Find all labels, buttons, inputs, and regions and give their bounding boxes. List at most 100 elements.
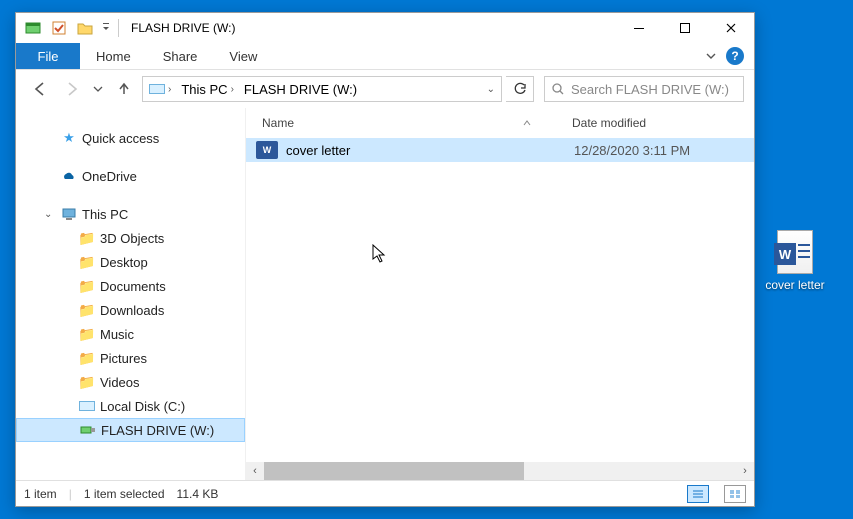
breadcrumb-drive[interactable]: FLASH DRIVE (W:) — [240, 82, 361, 97]
scroll-right-icon[interactable]: › — [736, 465, 754, 477]
star-icon: ★ — [60, 130, 78, 146]
expander-collapse-icon[interactable]: ⌄ — [44, 209, 56, 220]
folder-icon: 📁 — [78, 302, 96, 319]
search-placeholder: Search FLASH DRIVE (W:) — [571, 82, 729, 97]
sidebar-item-desktop[interactable]: 📁 Desktop — [16, 250, 245, 274]
sidebar-item-documents[interactable]: 📁 Documents — [16, 274, 245, 298]
navigation-bar: › This PC › FLASH DRIVE (W:) ⌄ Search FL… — [16, 70, 754, 108]
back-button[interactable] — [26, 75, 54, 103]
qat-item[interactable] — [48, 17, 70, 39]
title-bar: FLASH DRIVE (W:) — [16, 13, 754, 43]
sidebar-item-local-disk[interactable]: Local Disk (C:) — [16, 394, 245, 418]
word-document-icon: W — [777, 230, 813, 274]
scrollbar-track[interactable] — [264, 462, 736, 480]
column-headers: Name Date modified — [246, 108, 754, 138]
folder-icon: 📁 — [78, 254, 96, 271]
close-button[interactable] — [708, 13, 754, 43]
status-bar: 1 item | 1 item selected 11.4 KB — [16, 480, 754, 506]
horizontal-scrollbar[interactable]: ‹ › — [246, 462, 754, 480]
breadcrumb-this-pc[interactable]: This PC › — [177, 82, 238, 97]
folder-icon: 📁 — [78, 326, 96, 343]
sidebar-item-label: Documents — [100, 279, 166, 294]
ribbon-expand-icon[interactable] — [704, 49, 718, 63]
desktop-file-icon[interactable]: W cover letter — [755, 230, 835, 292]
usb-drive-icon — [79, 425, 97, 435]
sidebar-item-onedrive[interactable]: OneDrive — [16, 164, 245, 188]
chevron-right-icon: › — [168, 84, 171, 95]
refresh-button[interactable] — [506, 76, 534, 102]
sidebar-item-videos[interactable]: 📁 Videos — [16, 370, 245, 394]
cloud-icon — [60, 170, 78, 182]
chevron-right-icon: › — [231, 84, 234, 95]
forward-button[interactable] — [58, 75, 86, 103]
sidebar-item-label: Videos — [100, 375, 140, 390]
details-view-button[interactable] — [687, 485, 709, 503]
sidebar-item-flash-drive[interactable]: FLASH DRIVE (W:) — [16, 418, 245, 442]
sidebar-item-label: Desktop — [100, 255, 148, 270]
sidebar-item-this-pc[interactable]: ⌄ This PC — [16, 202, 245, 226]
recent-locations-button[interactable] — [90, 75, 106, 103]
ribbon-tabs: File Home Share View ? — [16, 43, 754, 70]
file-list-pane: Name Date modified W cover letter 12/28/… — [246, 108, 754, 480]
view-tab[interactable]: View — [213, 43, 273, 69]
sidebar-item-label: Pictures — [100, 351, 147, 366]
computer-icon — [60, 207, 78, 221]
file-row[interactable]: W cover letter 12/28/2020 3:11 PM — [246, 138, 754, 162]
sidebar-item-label: FLASH DRIVE (W:) — [101, 423, 214, 438]
explorer-body: ★ Quick access OneDrive ⌄ This PC 📁 3D Ob… — [16, 108, 754, 480]
desktop-file-label: cover letter — [765, 278, 824, 292]
word-document-icon: W — [256, 141, 278, 159]
minimize-button[interactable] — [616, 13, 662, 43]
file-tab[interactable]: File — [16, 43, 80, 69]
share-tab[interactable]: Share — [147, 43, 214, 69]
file-name: cover letter — [278, 143, 574, 158]
drive-icon — [149, 84, 165, 94]
sidebar-item-downloads[interactable]: 📁 Downloads — [16, 298, 245, 322]
app-icon[interactable] — [22, 17, 44, 39]
folder-icon: 📁 — [78, 278, 96, 295]
sidebar-item-label: Downloads — [100, 303, 164, 318]
folder-icon: 📁 — [78, 350, 96, 367]
folder-icon: 📁 — [78, 230, 96, 247]
breadcrumb-root[interactable]: › — [145, 84, 175, 95]
sidebar-item-label: 3D Objects — [100, 231, 164, 246]
sidebar-item-quick-access[interactable]: ★ Quick access — [16, 126, 245, 150]
folder-icon: 📁 — [78, 374, 96, 391]
scrollbar-thumb[interactable] — [264, 462, 524, 480]
explorer-window: FLASH DRIVE (W:) File Home Share View ? — [15, 12, 755, 507]
search-icon — [551, 82, 565, 96]
disk-icon — [78, 401, 96, 411]
address-dropdown-icon[interactable]: ⌄ — [487, 84, 495, 95]
navigation-pane[interactable]: ★ Quick access OneDrive ⌄ This PC 📁 3D Ob… — [16, 108, 246, 480]
file-list[interactable]: W cover letter 12/28/2020 3:11 PM — [246, 138, 754, 462]
column-label: Name — [262, 116, 294, 130]
quick-access-toolbar — [16, 17, 112, 39]
up-button[interactable] — [110, 75, 138, 103]
file-date: 12/28/2020 3:11 PM — [574, 143, 690, 158]
column-header-date[interactable]: Date modified — [572, 116, 754, 130]
breadcrumb-label: This PC — [181, 82, 227, 97]
qat-dropdown-icon[interactable] — [100, 17, 112, 39]
status-selected-count: 1 item selected — [84, 487, 165, 501]
sidebar-item-label: Music — [100, 327, 134, 342]
search-input[interactable]: Search FLASH DRIVE (W:) — [544, 76, 744, 102]
help-button[interactable]: ? — [726, 47, 744, 65]
separator — [118, 19, 119, 37]
scroll-left-icon[interactable]: ‹ — [246, 465, 264, 477]
sidebar-item-label: Local Disk (C:) — [100, 399, 185, 414]
column-header-name[interactable]: Name — [252, 116, 572, 130]
home-tab[interactable]: Home — [80, 43, 147, 69]
sidebar-item-music[interactable]: 📁 Music — [16, 322, 245, 346]
address-bar[interactable]: › This PC › FLASH DRIVE (W:) ⌄ — [142, 76, 502, 102]
sidebar-item-label: Quick access — [82, 131, 159, 146]
window-title: FLASH DRIVE (W:) — [131, 21, 235, 35]
qat-folder-icon[interactable] — [74, 17, 96, 39]
sidebar-item-pictures[interactable]: 📁 Pictures — [16, 346, 245, 370]
large-icons-view-button[interactable] — [724, 485, 746, 503]
status-size: 11.4 KB — [177, 487, 219, 501]
sidebar-item-label: OneDrive — [82, 169, 137, 184]
sidebar-item-3d-objects[interactable]: 📁 3D Objects — [16, 226, 245, 250]
status-item-count: 1 item — [24, 487, 57, 501]
sort-indicator-icon — [522, 119, 532, 127]
maximize-button[interactable] — [662, 13, 708, 43]
